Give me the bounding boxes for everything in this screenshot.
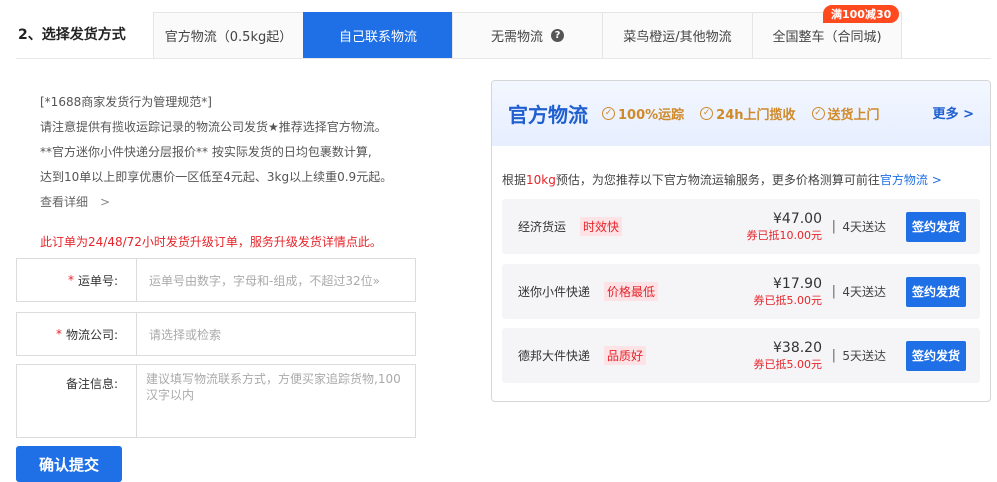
panel-header: 官方物流 ✓ 100%运踪 ✓ 24h上门揽收 ✓ 送货上门 更多 > [492,81,990,146]
chevron-right-icon: > [931,173,942,187]
separator: | [831,284,836,299]
tab-label: 无需物流 [490,30,543,45]
coupon-text: 券已抵10.00元 [746,228,823,242]
logistics-option: 迷你小件快递 价格最低 ¥17.90 券已抵5.00元 | 4天送达 签约发货 [502,264,980,319]
remark-row: 备注信息: 建议填写物流联系方式，方便买家追踪货物,100汉字以内 [16,364,416,438]
delivery-days: 4天送达 [842,285,886,299]
feature-tracking: ✓ 100%运踪 [602,104,684,123]
tracking-number-input[interactable]: 运单号由数字，字母和-组成，不超过32位» [137,259,415,301]
tab-no-logistics[interactable]: 无需物流 ? [452,12,603,58]
more-link[interactable]: 更多 > [933,103,974,122]
tab-divider [16,58,991,59]
note-line: 请注意提供有揽收运踪记录的物流公司发货★推荐选择官方物流。 [40,120,387,134]
official-logistics-link[interactable]: 官方物流 [880,173,928,187]
tracking-number-row: * 运单号: 运单号由数字，字母和-组成，不超过32位» [16,258,416,302]
tab-label: 全国整车（合同城) [772,30,882,45]
shipping-notes: [*1688商家发货行为管理规范*] 请注意提供有揽收运踪记录的物流公司发货★推… [40,90,392,215]
delivery-days: 5天送达 [842,349,886,363]
shipping-method-tabs: 官方物流（0.5kg起） 自己联系物流 无需物流 ? 菜鸟橙运/其他物流 全国整… [153,5,902,58]
tab-label: 自己联系物流 [338,30,417,45]
promo-badge: 满100减30 [823,5,900,23]
estimate-weight: 10kg [526,173,556,187]
view-details-label: 查看详细 [40,195,89,209]
sign-ship-button[interactable]: 签约发货 [906,211,966,242]
option-tag: 价格最低 [604,282,659,301]
chevron-right-icon: > [100,195,111,209]
step-title: 2、选择发货方式 [18,27,126,43]
note-line: **官方迷你小件快递分层报价** 按实际发货的日均包裹数计算, [40,145,372,159]
tab-full-truck[interactable]: 全国整车（合同城) 满100减30 [752,5,902,58]
sign-ship-button[interactable]: 签约发货 [906,340,966,371]
option-price: ¥17.90 券已抵5.00元 [753,275,823,307]
tab-label: 官方物流（0.5kg起） [164,30,293,45]
rules-link[interactable]: [*1688商家发货行为管理规范*] [40,90,392,115]
feature-delivery: ✓ 送货上门 [811,104,880,123]
option-name: 经济货运 [518,220,567,234]
coupon-text: 券已抵5.00元 [753,357,823,371]
upgrade-order-warning[interactable]: 此订单为24/48/72小时发货升级订单，服务升级发货详情点此。 [40,233,382,250]
option-name: 迷你小件快递 [518,285,591,299]
logistics-option: 德邦大件快递 品质好 ¥38.20 券已抵5.00元 | 5天送达 签约发货 [502,328,980,383]
tab-self-contact-logistics[interactable]: 自己联系物流 [303,12,453,58]
sign-ship-button[interactable]: 签约发货 [906,276,966,307]
option-tag: 品质好 [604,346,647,365]
required-mark: * [67,273,74,287]
option-price: ¥47.00 券已抵10.00元 [746,210,823,242]
logistics-company-row: * 物流公司: 请选择或检索 [16,312,416,356]
feature-pickup: ✓ 24h上门揽收 [700,104,796,123]
remark-label: 备注信息: [17,365,137,437]
option-tag: 时效快 [580,217,623,236]
tracking-number-label: * 运单号: [17,259,137,301]
required-mark: * [55,327,62,341]
note-line: 达到10单以上即享优惠价一区低至4元起、3kg以上续重0.9元起。 [40,170,393,184]
view-details-link[interactable]: 查看详细 > [40,190,392,215]
logistics-company-select[interactable]: 请选择或检索 [137,313,415,355]
submit-button[interactable]: 确认提交 [16,446,122,482]
panel-title: 官方物流 [508,103,588,127]
chevron-right-icon: > [963,107,974,122]
check-circle-icon: ✓ [700,107,714,120]
tab-cainiao-logistics[interactable]: 菜鸟橙运/其他物流 [602,12,753,58]
logistics-company-label: * 物流公司: [17,313,137,355]
check-circle-icon: ✓ [811,107,825,120]
official-logistics-panel: 官方物流 ✓ 100%运踪 ✓ 24h上门揽收 ✓ 送货上门 更多 > 根据10… [491,80,991,402]
option-name: 德邦大件快递 [518,349,591,363]
check-circle-icon: ✓ [602,107,615,120]
help-icon[interactable]: ? [551,29,564,42]
option-price: ¥38.20 券已抵5.00元 [753,339,823,371]
coupon-text: 券已抵5.00元 [753,293,823,307]
separator: | [831,348,836,363]
remark-textarea[interactable]: 建议填写物流联系方式，方便买家追踪货物,100汉字以内 [137,365,415,437]
logistics-option: 经济货运 时效快 ¥47.00 券已抵10.00元 | 4天送达 签约发货 [502,199,980,254]
tab-label: 菜鸟橙运/其他物流 [623,30,732,45]
tab-official-logistics[interactable]: 官方物流（0.5kg起） [153,12,304,58]
separator: | [831,219,836,234]
delivery-days: 4天送达 [842,220,886,234]
estimate-description: 根据10kg预估，为您推荐以下官方物流运输服务，更多价格测算可前往官方物流 > [502,173,942,187]
